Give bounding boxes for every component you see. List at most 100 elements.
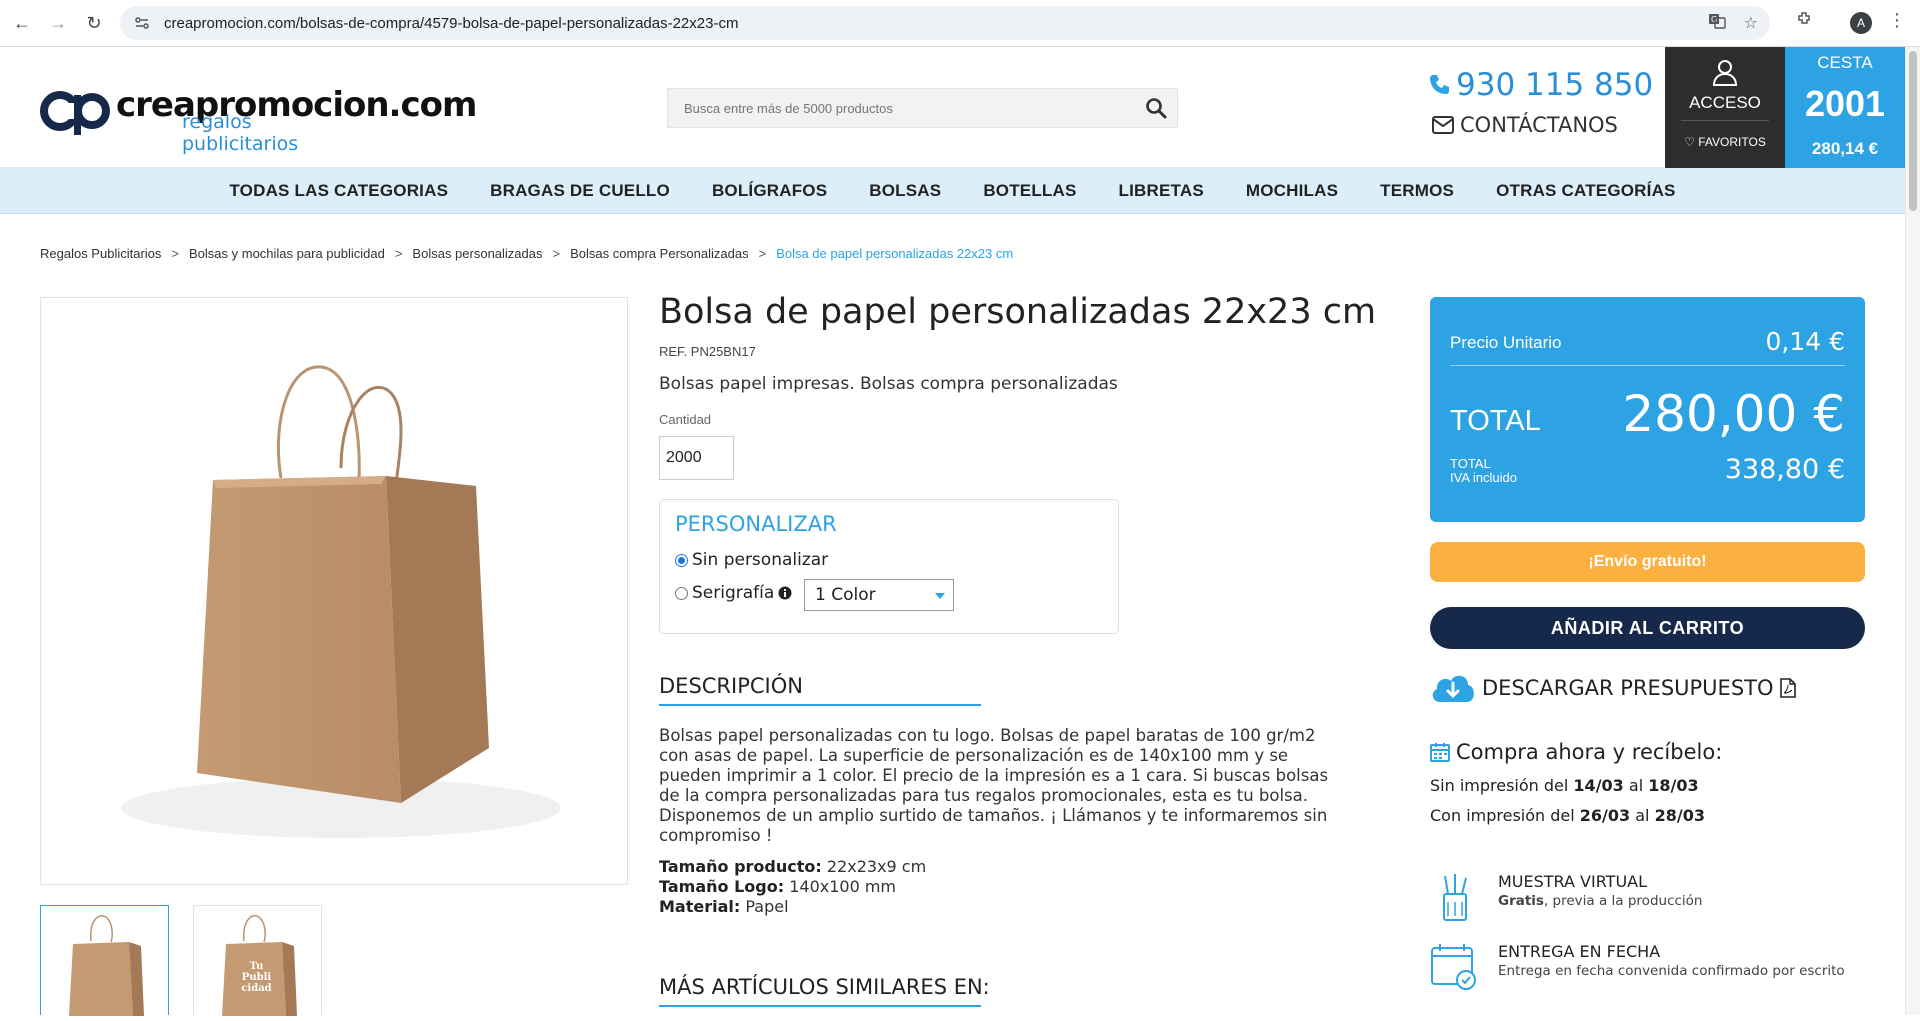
radio-unselected[interactable] (675, 586, 688, 600)
breadcrumb-item[interactable]: Regalos Publicitarios (40, 246, 161, 261)
spec-value: 140x100 mm (789, 877, 897, 896)
cart-amount: 280,14 € (1811, 139, 1879, 158)
back-icon[interactable]: ← (8, 9, 36, 37)
download-label: DESCARGAR PRESUPUESTO (1482, 676, 1774, 700)
color-select[interactable]: 1 Color (804, 579, 954, 611)
price-divider (1450, 365, 1845, 366)
option-label: Sin personalizar (692, 550, 829, 570)
forward-icon[interactable]: → (44, 9, 72, 37)
feature-title: MUESTRA VIRTUAL (1498, 872, 1648, 891)
feature-subtitle: Entrega en fecha convenida confirmado po… (1498, 963, 1845, 979)
delivery-prefix: Sin impresión del (1430, 776, 1569, 795)
delivery-date-to: 28/03 (1654, 806, 1705, 825)
menu-item-mochilas[interactable]: MOCHILAS (1225, 181, 1359, 201)
quantity-label: Cantidad (659, 412, 712, 427)
logo-mark-icon (40, 91, 110, 135)
download-quote-link[interactable]: DESCARGAR PRESUPUESTO (1430, 670, 1796, 706)
account-label: ACCESO (1689, 93, 1761, 112)
phone-link[interactable]: 930 115 850 (1428, 67, 1653, 103)
delivery-with-print: Con impresión del 26/03 al 28/03 (1430, 806, 1705, 825)
info-icon[interactable] (778, 586, 792, 600)
spec-label: Tamaño Logo: (659, 877, 785, 896)
option-label: Serigrafía (692, 583, 775, 603)
similar-items-title: MÁS ARTÍCULOS SIMILARES EN: (659, 975, 990, 999)
delivery-date-from: 26/03 (1579, 806, 1631, 825)
unit-price-value: 0,14 € (1765, 327, 1845, 356)
more-menu-icon[interactable]: ⋮ (1888, 10, 1906, 31)
svg-text:G: G (1711, 15, 1717, 24)
search-input[interactable] (668, 89, 1128, 127)
account-divider (1681, 120, 1769, 121)
favorites-link[interactable]: ♡ FAVORITOS (1665, 135, 1785, 149)
spec-label: Material: (659, 897, 741, 916)
option-screen-printing[interactable]: Serigrafía (675, 583, 792, 603)
breadcrumb-separator: > (171, 246, 179, 261)
page-scrollbar[interactable] (1905, 47, 1920, 1015)
address-bar[interactable]: creapromocion.com/bolsas-de-compra/4579-… (120, 6, 1770, 40)
spec-value: Papel (745, 897, 789, 916)
profile-avatar[interactable]: A (1850, 12, 1872, 34)
breadcrumb-item[interactable]: Bolsas compra Personalizadas (570, 246, 748, 261)
breadcrumb-item[interactable]: Bolsas personalizadas (412, 246, 542, 261)
translate-icon[interactable]: G (1708, 12, 1726, 35)
site-header: creapromocion.com regalos publicitarios … (0, 47, 1905, 168)
breadcrumb-separator: > (552, 246, 561, 261)
feature-subtitle: Gratis, previa a la producción (1498, 893, 1702, 909)
calendar-icon (1430, 743, 1450, 762)
reload-icon[interactable]: ↻ (80, 9, 108, 37)
breadcrumb-separator: > (394, 246, 403, 261)
description-text: Bolsas papel personalizadas con tu logo.… (659, 726, 1329, 845)
product-title: Bolsa de papel personalizadas 22x23 cm (659, 292, 1377, 332)
customize-panel: PERSONALIZAR Sin personalizar Serigrafía… (659, 499, 1119, 634)
option-no-customization[interactable]: Sin personalizar (675, 550, 828, 570)
feature-virtual-sample: MUESTRA VIRTUAL Gratis, previa a la prod… (1430, 872, 1870, 928)
delivery-mid: al (1628, 776, 1644, 795)
menu-item-termos[interactable]: TERMOS (1359, 181, 1475, 201)
quantity-input[interactable] (659, 436, 734, 480)
cloud-download-icon (1432, 675, 1474, 702)
similar-items-underline (659, 1005, 981, 1007)
menu-item-otras[interactable]: OTRAS CATEGORÍAS (1475, 181, 1697, 201)
product-subtitle: Bolsas papel impresas. Bolsas compra per… (659, 374, 1118, 394)
site-logo[interactable]: creapromocion.com regalos publicitarios (40, 85, 477, 155)
product-thumbnail-1[interactable] (40, 905, 169, 1016)
heart-icon: ♡ (1684, 135, 1695, 149)
delivery-title: Compra ahora y recíbelo: (1430, 740, 1722, 764)
thumbnail-print-text: Tu Publi cidad (241, 961, 272, 994)
phone-number: 930 115 850 (1456, 67, 1654, 103)
menu-item-bolsas[interactable]: BOLSAS (848, 181, 962, 201)
product-specs: Tamaño producto: 22x23x9 cm Tamaño Logo:… (659, 857, 926, 917)
url-text: creapromocion.com/bolsas-de-compra/4579-… (164, 14, 739, 32)
spec-logo-size: Tamaño Logo: 140x100 mm (659, 877, 926, 897)
menu-item-boligrafos[interactable]: BOLÍGRAFOS (691, 181, 848, 201)
total-label: TOTAL (1450, 405, 1541, 437)
cart-panel[interactable]: CESTA 2001 280,14 € (1785, 47, 1905, 168)
feature-subtitle-bold: Gratis (1498, 893, 1544, 909)
iva-label-line1: TOTAL (1450, 456, 1491, 471)
menu-item-todas[interactable]: TODAS LAS CATEGORIAS (208, 181, 469, 201)
contact-link[interactable]: CONTÁCTANOS (1432, 113, 1618, 137)
bookmark-star-icon[interactable]: ☆ (1744, 13, 1758, 33)
spec-material: Material: Papel (659, 897, 926, 917)
product-main-image[interactable] (40, 297, 628, 885)
breadcrumb-item[interactable]: Bolsas y mochilas para publicidad (189, 246, 385, 261)
cart-count: 2001 (1804, 83, 1886, 124)
menu-item-libretas[interactable]: LIBRETAS (1098, 181, 1225, 201)
browser-toolbar: ← → ↻ creapromocion.com/bolsas-de-compra… (0, 0, 1920, 47)
delivery-prefix: Con impresión del (1430, 806, 1575, 825)
scrollbar-thumb[interactable] (1909, 51, 1917, 211)
logo-subtitle: regalos publicitarios (182, 111, 299, 155)
select-value: 1 Color (815, 585, 876, 605)
delivery-title-text: Compra ahora y recíbelo: (1456, 740, 1723, 764)
add-to-cart-button[interactable]: AÑADIR AL CARRITO (1430, 607, 1865, 649)
menu-item-bragas[interactable]: BRAGAS DE CUELLO (469, 181, 691, 201)
menu-item-botellas[interactable]: BOTELLAS (962, 181, 1097, 201)
extensions-icon[interactable] (1796, 10, 1814, 33)
radio-selected[interactable] (675, 553, 688, 567)
search-icon[interactable] (1145, 97, 1167, 119)
product-thumbnail-2[interactable]: Tu Publi cidad (193, 905, 322, 1016)
site-settings-icon[interactable] (134, 14, 152, 32)
account-panel[interactable]: ACCESO ♡ FAVORITOS (1665, 47, 1785, 168)
price-box: Precio Unitario 0,14 € TOTAL 280,00 € TO… (1430, 297, 1865, 522)
total-iva-value: 338,80 € (1724, 454, 1845, 485)
